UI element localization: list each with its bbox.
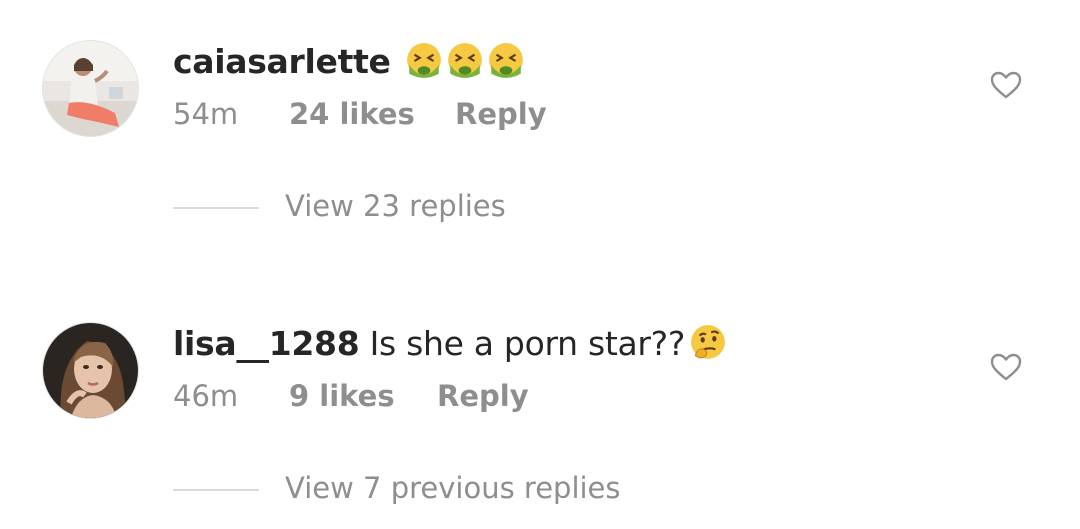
reply-button[interactable]: Reply [437,378,529,414]
nauseated-face-icon [488,43,523,78]
nauseated-face-icon [406,43,441,78]
divider-line [173,207,259,209]
likes-count-link[interactable]: 9 likes [289,378,437,414]
comment-text-line: caiasarlette [173,42,525,82]
comment-text: Is she a porn star?? [369,324,686,363]
avatar[interactable] [42,40,139,137]
view-replies-button[interactable]: View 23 replies [173,188,506,224]
likes-count-link[interactable]: 24 likes [289,96,455,132]
comment-username[interactable]: lisa__1288 [173,324,360,363]
view-replies-label: View 7 previous replies [285,471,621,505]
view-replies-label: View 23 replies [285,189,506,223]
comment-timestamp: 46m [173,379,239,413]
view-previous-replies-button[interactable]: View 7 previous replies [173,470,621,506]
comment-meta: 46m 9 likes Reply [173,378,529,414]
comment-username[interactable]: caiasarlette [173,42,391,81]
nauseated-face-icon [447,43,482,78]
avatar[interactable] [42,322,139,419]
reply-button[interactable]: Reply [455,96,547,132]
comment-meta: 54m 24 likes Reply [173,96,547,132]
divider-line [173,489,259,491]
thinking-face-icon [691,325,725,359]
comment-timestamp: 54m [173,97,239,131]
heart-icon[interactable] [990,70,1022,100]
heart-icon[interactable] [990,352,1022,382]
comment-text-line: lisa__1288 Is she a porn star?? [173,324,727,364]
